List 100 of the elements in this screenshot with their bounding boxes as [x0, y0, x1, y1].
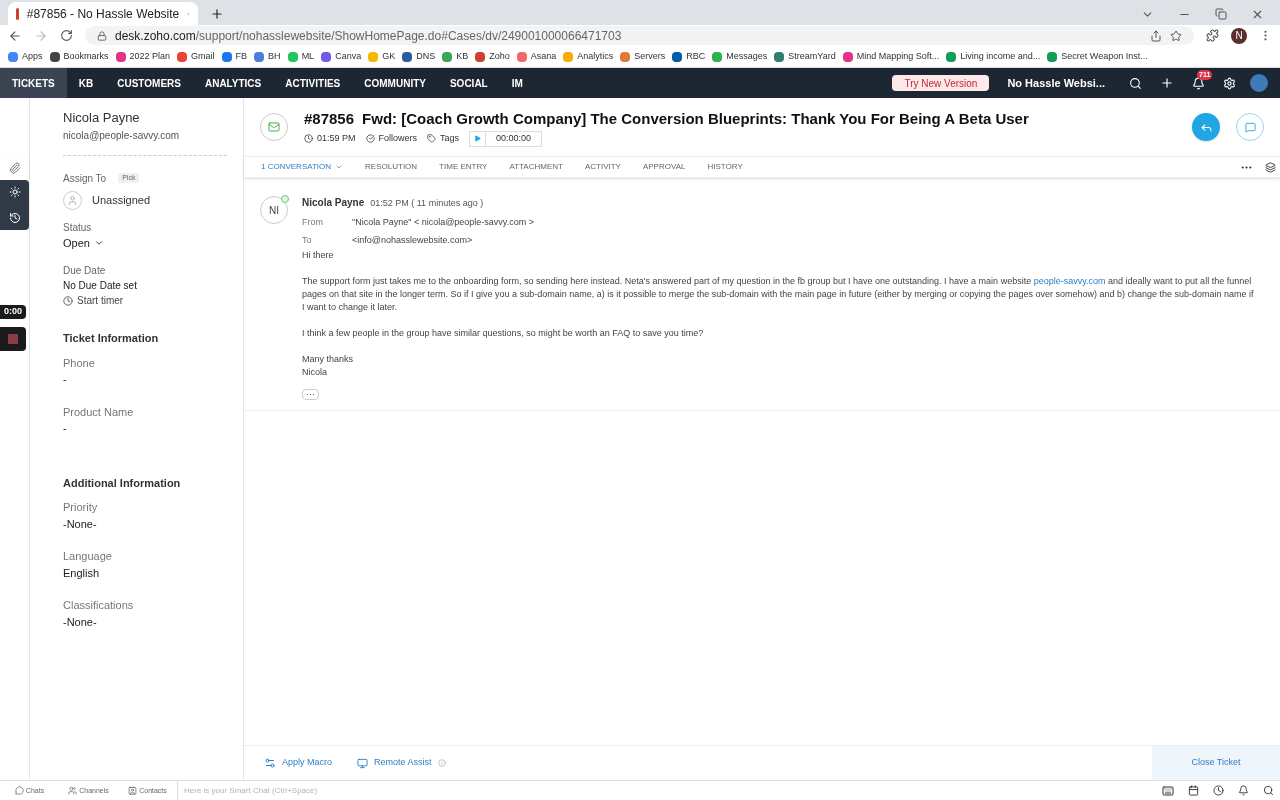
nav-tab[interactable]: SOCIAL: [437, 68, 500, 98]
nav-tab[interactable]: COMMUNITY: [352, 68, 438, 98]
lock-icon: [97, 30, 107, 41]
field-value: -None-: [63, 614, 98, 630]
bookmark[interactable]: RBC: [672, 49, 706, 64]
profile-avatar[interactable]: N: [1231, 27, 1247, 44]
bookmark[interactable]: Apps: [8, 49, 43, 64]
stop-recording-button[interactable]: [0, 326, 26, 351]
close-window-icon[interactable]: [1251, 8, 1264, 21]
ticket-time: 01:59 PM: [304, 132, 356, 146]
nav-tab[interactable]: ANALYTICS: [192, 68, 274, 98]
new-tab-icon[interactable]: [210, 7, 224, 21]
bookmark[interactable]: Servers: [620, 49, 666, 64]
attachment-icon[interactable]: [8, 162, 21, 174]
nav-tab[interactable]: CUSTOMERS: [105, 68, 193, 98]
bookmark[interactable]: KB: [442, 49, 469, 64]
ticket-tab[interactable]: ATTACHMENT: [509, 161, 563, 173]
back-icon[interactable]: [8, 28, 22, 43]
caret-icon: [335, 163, 344, 171]
ticket-tab[interactable]: APPROVAL: [642, 161, 686, 173]
field-label: From: [302, 216, 324, 229]
calendar-icon[interactable]: [1188, 785, 1199, 796]
website-link[interactable]: people-savvy.com: [1033, 276, 1106, 286]
bookmark[interactable]: GK: [368, 49, 396, 64]
tag-icon: [427, 134, 437, 144]
nav-tab[interactable]: KB: [66, 68, 106, 98]
bookmark[interactable]: ML: [287, 49, 315, 64]
notification-icon[interactable]: [1192, 76, 1205, 90]
address-bar[interactable]: desk.zoho.com/support/nohasslewebsite/ShowHomePage.do#Cases/dv/249001000066471703: [85, 26, 1194, 45]
start-timer-button[interactable]: Start timer: [63, 293, 124, 308]
bookmark[interactable]: Bookmarks: [49, 49, 109, 64]
reply-button[interactable]: [1192, 113, 1220, 141]
bookmark[interactable]: Mind Mapping Soft...: [842, 49, 940, 64]
bookmark[interactable]: FB: [221, 49, 248, 64]
reload-icon[interactable]: [60, 29, 73, 42]
ticket-tab[interactable]: 1 CONVERSATION: [261, 161, 344, 173]
bookmark[interactable]: BH: [254, 49, 281, 64]
history-icon[interactable]: [8, 212, 21, 224]
field-value: -: [63, 372, 68, 387]
message-paragraph: I think a few people in the group have similar questions, so might be worth an FAQ to save you time?: [302, 327, 705, 340]
bookmark[interactable]: Analytics: [563, 49, 614, 64]
bookmark[interactable]: Canva: [321, 49, 362, 64]
share-icon[interactable]: [1150, 29, 1162, 42]
show-more-button[interactable]: ···: [302, 389, 319, 400]
layers-icon[interactable]: [1265, 161, 1276, 173]
settings-icon[interactable]: [1223, 76, 1236, 90]
nav-tab[interactable]: TICKETS: [0, 68, 67, 98]
portal-name[interactable]: No Hassle Websi...: [1007, 74, 1105, 92]
ticket-tab[interactable]: HISTORY: [707, 161, 743, 173]
ticket-tab[interactable]: RESOLUTION: [365, 161, 418, 173]
nav-tab[interactable]: ACTIVITIES: [273, 68, 353, 98]
bookmark[interactable]: Messages: [712, 49, 768, 64]
tags-button[interactable]: Tags: [427, 132, 460, 146]
bookmark[interactable]: Living income and...: [946, 49, 1041, 64]
field-value: -: [63, 421, 68, 436]
assignee-name[interactable]: Unassigned: [92, 191, 151, 209]
remote-assist-button[interactable]: Remote Assist: [357, 756, 446, 770]
status-dropdown[interactable]: Open: [63, 234, 104, 251]
bookmark[interactable]: StreamYard: [774, 49, 836, 64]
check-circle-icon: [365, 134, 375, 144]
field-value: English: [63, 565, 101, 581]
close-ticket-button[interactable]: Close Ticket: [1152, 746, 1280, 780]
try-new-version-button[interactable]: Try New Version: [892, 75, 990, 91]
contact-email: nicola@people-savvy.com: [63, 127, 227, 156]
sun-icon[interactable]: [8, 186, 21, 198]
to-address: <info@nohasslewebsite.com>: [352, 234, 473, 247]
search-icon[interactable]: [1263, 785, 1274, 796]
field-label: Product Name: [63, 404, 135, 420]
restore-icon[interactable]: [1215, 8, 1227, 20]
browser-tab[interactable]: #87856 - No Hassle Website: [8, 2, 198, 25]
clock-icon: [304, 134, 313, 144]
ticket-timer[interactable]: 00:00:00: [469, 131, 543, 147]
field-label: Classifications: [63, 598, 135, 613]
smart-chat-field[interactable]: Here is your Smart Chat (Ctrl+Space): [177, 781, 1162, 800]
bookmark[interactable]: 2022 Plan: [115, 49, 171, 64]
bookmark-star-icon[interactable]: [1170, 29, 1182, 42]
apply-macro-button[interactable]: Apply Macro: [264, 756, 333, 770]
keyboard-icon[interactable]: [1162, 784, 1174, 797]
bookmark[interactable]: Asana: [516, 49, 557, 64]
bookmark[interactable]: Secret Weapon Inst...: [1047, 49, 1148, 64]
bookmark[interactable]: DNS: [402, 49, 436, 64]
bookmark[interactable]: Zoho: [475, 49, 510, 64]
nav-tab[interactable]: IM: [499, 68, 535, 98]
field-label: Assign To: [63, 171, 107, 186]
play-icon: [474, 135, 482, 143]
message-signoff: Many thanks: [302, 353, 355, 366]
clock-icon[interactable]: [1213, 785, 1224, 796]
extensions-icon[interactable]: [1206, 29, 1219, 42]
message-signature: Nicola: [302, 366, 328, 379]
bell-icon[interactable]: [1238, 785, 1249, 796]
add-icon[interactable]: [1160, 76, 1174, 90]
ticket-tab[interactable]: TIME ENTRY: [439, 161, 488, 173]
section-title: Ticket Information: [63, 331, 160, 346]
message-greeting: Hi there: [302, 249, 335, 262]
contact-name[interactable]: Nicola Payne: [63, 108, 227, 128]
ticket-tab[interactable]: ACTIVITY: [584, 161, 621, 173]
url-text: desk.zoho.com/support/nohasslewebsite/ShowHomePage.do#Cases/dv/249001000066471703: [115, 27, 623, 45]
followers-button[interactable]: Followers: [365, 132, 418, 146]
search-icon[interactable]: [1129, 76, 1142, 90]
bookmark[interactable]: Gmail: [177, 49, 215, 64]
